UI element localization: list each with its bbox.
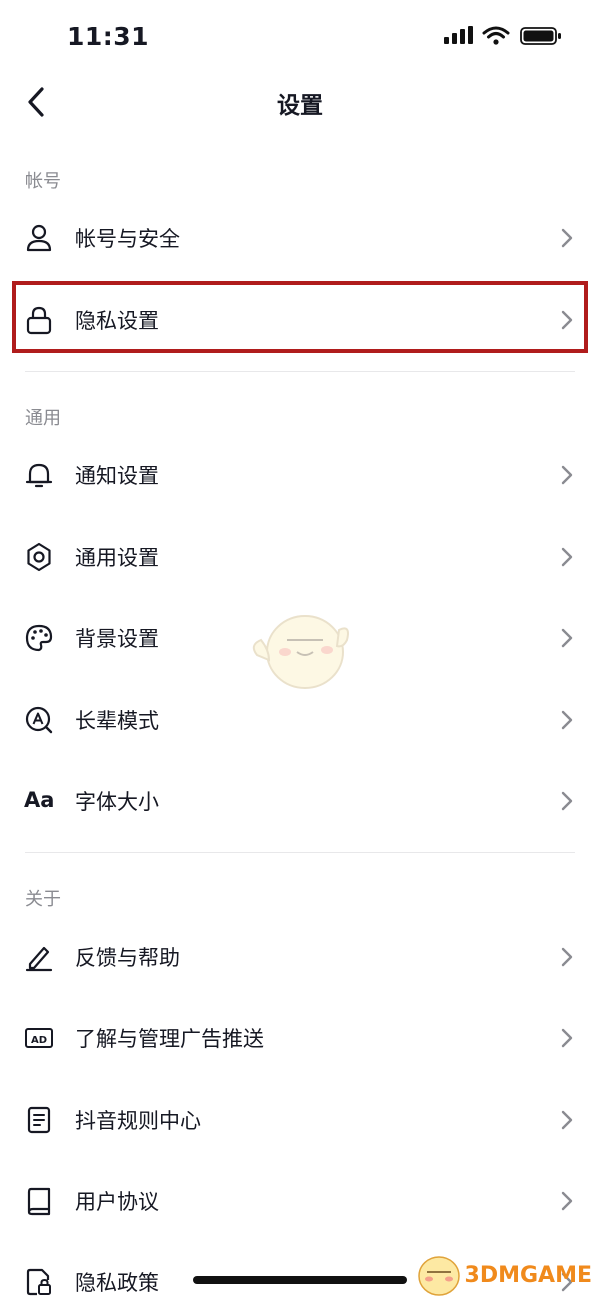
section-label-account: 帐号 (25, 171, 61, 192)
settings-item-ad-management[interactable]: AD 了解与管理广告推送 (0, 1002, 600, 1072)
settings-item-rules-center[interactable]: 抖音规则中心 (0, 1084, 600, 1154)
highlight-box (12, 281, 588, 353)
status-bar: 11:31 (0, 0, 600, 80)
chevron-right-icon (561, 947, 573, 967)
settings-item-account-security[interactable]: 帐号与安全 (0, 202, 600, 272)
ad-icon-text: AD (31, 1035, 47, 1046)
pencil-icon (25, 946, 53, 972)
elder-mode-icon (25, 706, 53, 734)
chevron-right-icon (561, 228, 573, 248)
settings-item-general-settings[interactable]: 通用设置 (0, 521, 600, 591)
settings-item-font-size[interactable]: Aa 字体大小 (0, 765, 600, 835)
document-lock-icon (26, 1268, 51, 1296)
chevron-right-icon (561, 1110, 573, 1130)
divider (25, 371, 575, 372)
chevron-right-icon (561, 710, 573, 730)
item-label: 帐号与安全 (75, 227, 180, 251)
section-label-about: 关于 (25, 889, 61, 910)
settings-item-user-agreement[interactable]: 用户协议 (0, 1165, 600, 1235)
section-label-general: 通用 (25, 408, 61, 429)
watermark: 3DMGAME (413, 1252, 592, 1298)
settings-item-notification-settings[interactable]: 通知设置 (0, 439, 600, 509)
user-icon (26, 224, 52, 252)
item-label: 通知设置 (75, 464, 159, 488)
chevron-right-icon (561, 1191, 573, 1211)
item-label: 了解与管理广告推送 (75, 1027, 264, 1051)
page-title: 设置 (277, 93, 323, 119)
divider (25, 852, 575, 853)
wifi-icon (482, 26, 510, 45)
item-label: 通用设置 (75, 546, 159, 570)
chevron-right-icon (561, 628, 573, 648)
status-icons (444, 26, 562, 46)
chevron-right-icon (561, 465, 573, 485)
ad-icon: AD (25, 1028, 53, 1048)
chevron-right-icon (561, 547, 573, 567)
book-icon (27, 1187, 51, 1216)
chevron-right-icon (561, 1028, 573, 1048)
item-label: 抖音规则中心 (75, 1109, 201, 1133)
item-label: 反馈与帮助 (75, 946, 180, 970)
font-size-icon: Aa (24, 788, 55, 812)
item-label: 隐私政策 (75, 1271, 159, 1295)
nav-bar: 设置 (0, 70, 600, 134)
item-label: 字体大小 (75, 790, 159, 814)
bell-icon (25, 463, 53, 488)
item-label: 用户协议 (75, 1190, 159, 1214)
item-label: 背景设置 (75, 627, 159, 651)
watermark-text: 3DMGAME (464, 1262, 592, 1288)
chevron-right-icon (561, 791, 573, 811)
mascot-watermark-icon (252, 615, 349, 689)
item-label: 长辈模式 (75, 709, 159, 733)
palette-icon (25, 624, 53, 652)
signal-icon (444, 26, 473, 44)
watermark-mascot-icon (417, 1256, 460, 1296)
home-indicator[interactable] (193, 1276, 407, 1284)
settings-item-feedback-help[interactable]: 反馈与帮助 (0, 921, 600, 991)
status-time: 11:31 (67, 22, 150, 51)
gear-icon (27, 542, 51, 572)
document-list-icon (27, 1106, 51, 1134)
battery-icon (520, 27, 561, 45)
